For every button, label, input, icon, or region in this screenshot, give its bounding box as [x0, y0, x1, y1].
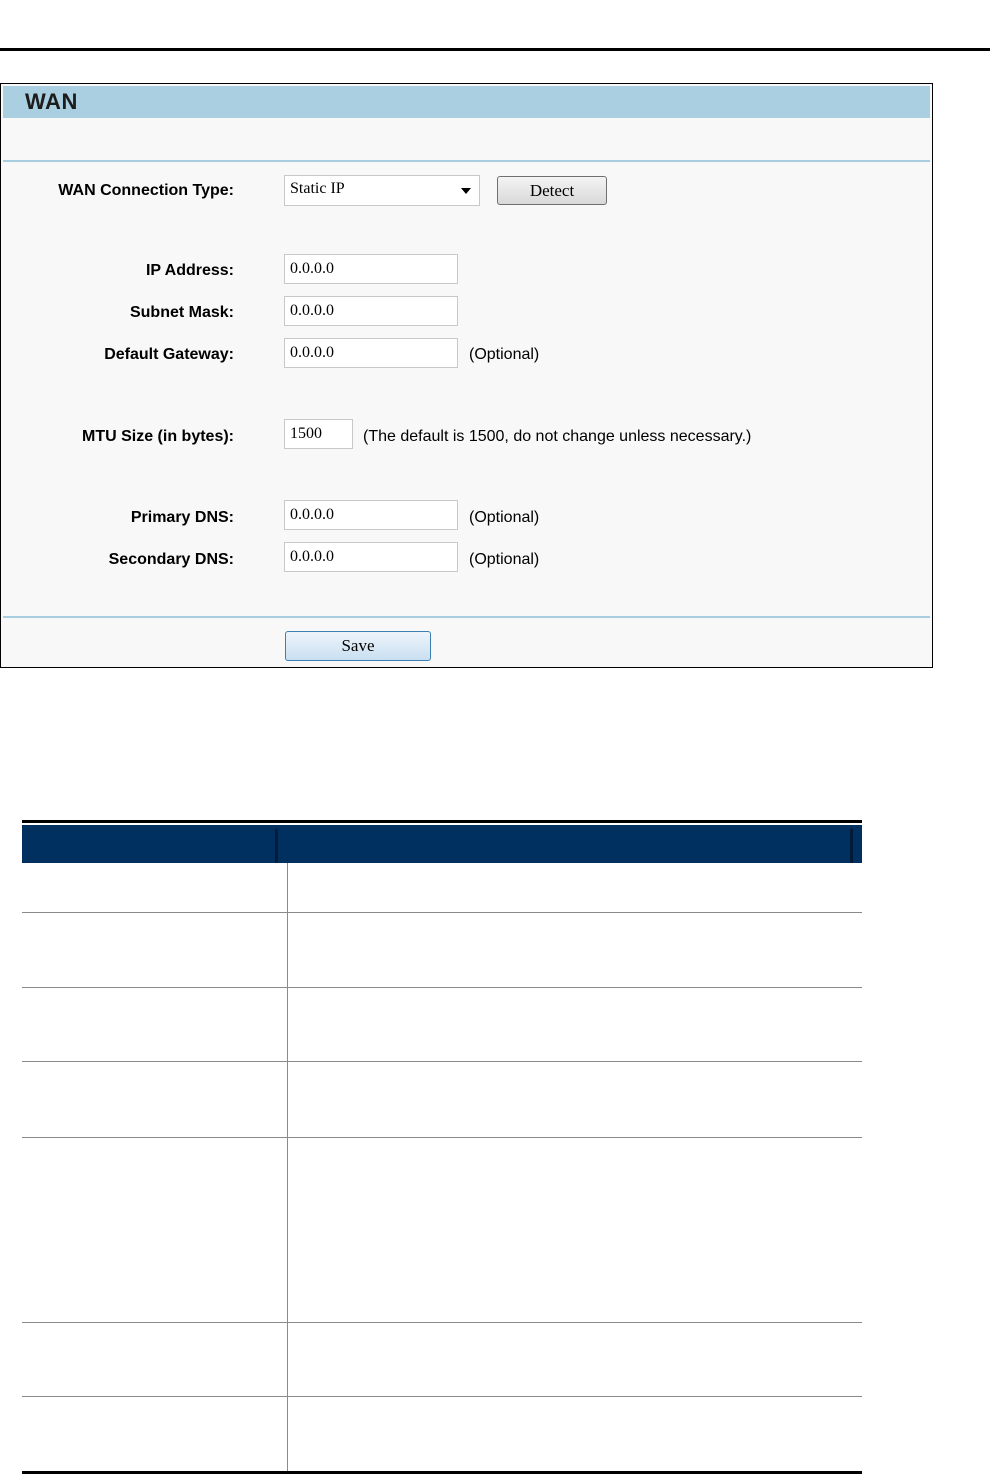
table-column-divider	[287, 863, 288, 1472]
table-row	[22, 1061, 862, 1062]
default-gateway-label: Default Gateway:	[104, 346, 234, 363]
primary-dns-label: Primary DNS:	[130, 509, 234, 526]
table-row	[22, 1322, 862, 1323]
secondary-dns-label: Secondary DNS:	[108, 551, 234, 568]
table-row	[22, 1137, 862, 1138]
chevron-down-icon	[461, 188, 471, 194]
table-header-end-divider	[850, 829, 853, 863]
subnet-mask-input[interactable]: 0.0.0.0	[284, 296, 458, 326]
table-bottom-rule	[22, 1471, 862, 1474]
mtu-size-note: (The default is 1500, do not change unle…	[363, 428, 752, 445]
secondary-dns-input[interactable]: 0.0.0.0	[284, 542, 458, 572]
page-top-rule	[0, 48, 990, 51]
mtu-size-input[interactable]: 1500	[284, 419, 353, 449]
ip-address-input[interactable]: 0.0.0.0	[284, 254, 458, 284]
primary-dns-input[interactable]: 0.0.0.0	[284, 500, 458, 530]
mtu-size-label: MTU Size (in bytes):	[81, 428, 234, 445]
table-row	[22, 912, 862, 913]
save-button[interactable]: Save	[285, 631, 431, 661]
subnet-mask-label: Subnet Mask:	[129, 304, 234, 321]
wan-settings-panel: WAN WAN Connection Type: Static IP Detec…	[0, 83, 933, 668]
separator-top	[3, 160, 930, 162]
connection-type-label: WAN Connection Type:	[58, 182, 234, 199]
table-row	[22, 987, 862, 988]
separator-bottom	[3, 616, 930, 618]
panel-title: WAN	[25, 89, 78, 114]
default-gateway-optional-note: (Optional)	[469, 346, 540, 363]
table-header-divider	[275, 829, 278, 863]
secondary-dns-optional-note: (Optional)	[469, 551, 540, 568]
detect-button[interactable]: Detect	[497, 176, 607, 205]
primary-dns-optional-note: (Optional)	[469, 509, 540, 526]
connection-type-value: Static IP	[290, 180, 345, 197]
panel-header: WAN	[3, 86, 930, 118]
default-gateway-input[interactable]: 0.0.0.0	[284, 338, 458, 368]
connection-type-select[interactable]: Static IP	[284, 175, 480, 206]
table-top-rule	[22, 820, 862, 823]
table-row	[22, 1396, 862, 1397]
table-header	[22, 825, 862, 863]
ip-address-label: IP Address:	[145, 262, 234, 279]
